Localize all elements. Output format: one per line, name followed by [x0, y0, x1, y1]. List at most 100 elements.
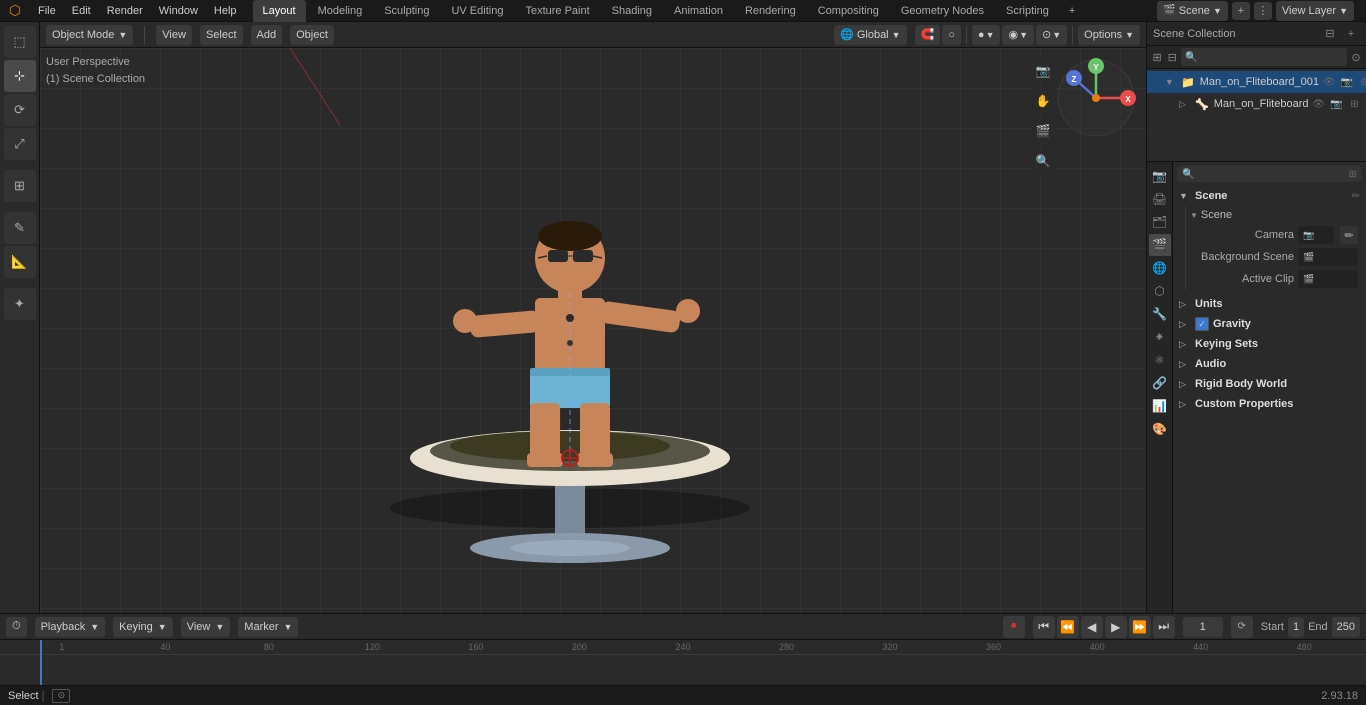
viewport-add-menu[interactable]: Add: [251, 25, 283, 45]
select-tool-button[interactable]: ⬚: [4, 26, 36, 58]
scene-selector[interactable]: 🎬 Scene ▼: [1157, 1, 1228, 21]
tab-texture-paint[interactable]: Texture Paint: [515, 0, 599, 22]
jump-start-button[interactable]: ⏮: [1033, 616, 1055, 638]
outliner-item-collection[interactable]: ▼ 📁 Man_on_Fliteboard_001 👁 📷 ⊞: [1147, 71, 1366, 93]
props-scene-section-header[interactable]: ▼ Scene ✏: [1177, 186, 1362, 206]
props-render-icon[interactable]: 📷: [1149, 165, 1171, 187]
measure-tool-button[interactable]: 📐: [4, 246, 36, 278]
custom-props-section-header[interactable]: ▷ Custom Properties: [1177, 394, 1362, 414]
new-scene-button[interactable]: +: [1232, 2, 1250, 20]
snap-toggle[interactable]: 🧲: [915, 25, 941, 45]
keying-sets-section-header[interactable]: ▷ Keying Sets: [1177, 334, 1362, 354]
viewport-view-menu[interactable]: View: [156, 25, 192, 45]
camera-value[interactable]: 📷: [1298, 226, 1334, 244]
tab-shading[interactable]: Shading: [602, 0, 662, 22]
outliner-armature-select[interactable]: ⊞: [1347, 96, 1363, 112]
timeline-ruler[interactable]: 1 40 80 120 160 200 240 280 320 360 400 …: [0, 640, 1366, 685]
outliner-item-armature[interactable]: ▷ 🦴 Man_on_Fliteboard 👁 📷 ⊞: [1147, 93, 1366, 115]
overlay-dropdown[interactable]: ⊙▼: [1036, 25, 1067, 45]
outliner-search-input[interactable]: [1201, 51, 1343, 63]
props-physics-icon[interactable]: ⚛: [1149, 349, 1171, 371]
add-workspace-tab-button[interactable]: +: [1061, 2, 1083, 20]
outliner-armature-render[interactable]: 📷: [1329, 96, 1345, 112]
tab-modeling[interactable]: Modeling: [308, 0, 373, 22]
navigation-gizmo[interactable]: X Y Z: [1056, 58, 1136, 138]
tab-geometry-nodes[interactable]: Geometry Nodes: [891, 0, 994, 22]
timeline-view-dropdown[interactable]: View ▼: [181, 617, 231, 637]
camera-view-icon[interactable]: 📷: [1030, 58, 1056, 84]
outliner-armature-visibility[interactable]: 👁: [1311, 96, 1327, 112]
tab-animation[interactable]: Animation: [664, 0, 733, 22]
camera-picker-icon[interactable]: ✏: [1340, 226, 1358, 244]
scale-tool-button[interactable]: ⤢: [4, 128, 36, 160]
menu-window[interactable]: Window: [151, 3, 206, 19]
props-particles-icon[interactable]: ⁕: [1149, 326, 1171, 348]
active-clip-value[interactable]: 🎬: [1298, 270, 1358, 288]
properties-search-input[interactable]: [1197, 168, 1345, 180]
menu-edit[interactable]: Edit: [64, 3, 99, 19]
gravity-section-header[interactable]: ▷ ✓ Gravity: [1177, 314, 1362, 334]
rigid-body-section-header[interactable]: ▷ Rigid Body World: [1177, 374, 1362, 394]
move-tool-button[interactable]: ⊹: [4, 60, 36, 92]
scene-sub-header[interactable]: ▼ Scene: [1190, 206, 1362, 224]
props-scene-icon[interactable]: 🎬: [1149, 234, 1171, 256]
outliner-item-render-toggle[interactable]: 📷: [1339, 74, 1355, 90]
play-reverse-button[interactable]: ◀: [1081, 616, 1103, 638]
props-world-icon[interactable]: 🌐: [1149, 257, 1171, 279]
outliner-filter-icon[interactable]: ⊟: [1321, 25, 1339, 43]
end-frame-field[interactable]: 250: [1332, 617, 1360, 637]
props-material-icon[interactable]: 🎨: [1149, 418, 1171, 440]
outliner-item-arrow[interactable]: ▼: [1165, 77, 1179, 87]
units-section-header[interactable]: ▷ Units: [1177, 294, 1362, 314]
orbit-view-icon[interactable]: 🎬: [1030, 118, 1056, 144]
tab-compositing[interactable]: Compositing: [808, 0, 889, 22]
play-button[interactable]: ▶: [1105, 616, 1127, 638]
step-back-button[interactable]: ⏪: [1057, 616, 1079, 638]
props-data-icon[interactable]: 📊: [1149, 395, 1171, 417]
background-scene-value[interactable]: 🎬: [1298, 248, 1358, 266]
viewport-select-menu[interactable]: Select: [200, 25, 243, 45]
status-icon[interactable]: ⊙: [52, 689, 70, 703]
add-tool-button[interactable]: ✦: [4, 288, 36, 320]
tab-uv-editing[interactable]: UV Editing: [441, 0, 513, 22]
viewport-shading-dropdown[interactable]: ◉▼: [1002, 25, 1034, 45]
scene-section-edit-icon[interactable]: ✏: [1352, 191, 1360, 202]
outliner-armature-arrow[interactable]: ▷: [1179, 99, 1193, 110]
scene-menu-button[interactable]: ⋮: [1254, 2, 1272, 20]
start-frame-field[interactable]: 1: [1288, 617, 1304, 637]
keying-dropdown[interactable]: Keying ▼: [113, 617, 173, 637]
gravity-checkbox[interactable]: ✓: [1195, 317, 1209, 331]
outliner-visibility-filter[interactable]: ⊙: [1350, 48, 1362, 66]
outliner-icon-mode[interactable]: ⊞: [1151, 48, 1163, 66]
playhead[interactable]: [40, 640, 42, 685]
outliner-item-select-toggle[interactable]: ⊞: [1357, 74, 1366, 90]
viewport-object-menu[interactable]: Object: [290, 25, 334, 45]
menu-render[interactable]: Render: [99, 3, 151, 19]
props-constraints-icon[interactable]: 🔗: [1149, 372, 1171, 394]
jump-end-button[interactable]: ⏭: [1153, 616, 1175, 638]
outliner-item-visibility-toggle[interactable]: 👁: [1321, 74, 1337, 90]
annotate-tool-button[interactable]: ✎: [4, 212, 36, 244]
zoom-view-icon[interactable]: 🔍: [1030, 148, 1056, 174]
options-dropdown[interactable]: Options ▼: [1078, 25, 1140, 45]
record-button[interactable]: ⏺: [1003, 616, 1025, 638]
step-forward-button[interactable]: ⏩: [1129, 616, 1151, 638]
tab-layout[interactable]: Layout: [253, 0, 306, 22]
props-output-icon[interactable]: 🖨: [1149, 188, 1171, 210]
tab-scripting[interactable]: Scripting: [996, 0, 1059, 22]
props-view-layer-icon[interactable]: 🗂: [1149, 211, 1171, 233]
current-frame-input[interactable]: [1183, 617, 1223, 637]
rotate-tool-button[interactable]: ⟳: [4, 94, 36, 126]
props-object-icon[interactable]: ⬡: [1149, 280, 1171, 302]
render-shading-dropdown[interactable]: ●▼: [972, 25, 1001, 45]
search-options-icon[interactable]: ⊞: [1349, 169, 1357, 180]
pan-view-icon[interactable]: ✋: [1030, 88, 1056, 114]
viewport-canvas[interactable]: User Perspective (1) Scene Collection 📷 …: [40, 48, 1146, 613]
marker-dropdown[interactable]: Marker ▼: [238, 617, 298, 637]
transform-orientation-dropdown[interactable]: 🌐 Global ▼: [834, 25, 906, 45]
props-modifier-icon[interactable]: 🔧: [1149, 303, 1171, 325]
outliner-icon-filter[interactable]: ⊟: [1166, 48, 1178, 66]
object-mode-dropdown[interactable]: Object Mode ▼: [46, 25, 133, 45]
timeline-mode-icon[interactable]: ⏱: [6, 617, 27, 637]
transform-tool-button[interactable]: ⊞: [4, 170, 36, 202]
